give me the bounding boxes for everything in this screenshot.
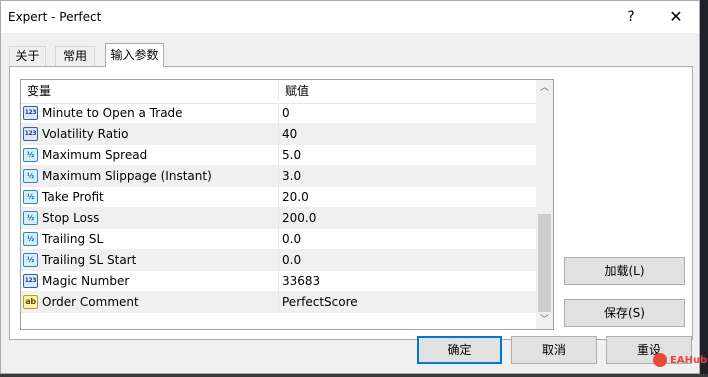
parameter-name: Order Comment — [42, 295, 139, 309]
scroll-up-arrow-icon[interactable]: ︿ — [536, 80, 553, 97]
help-button[interactable]: ? — [621, 7, 641, 27]
cell-divider — [278, 166, 279, 187]
parameters-grid: 变量 赋值 123 Minute to Open a Trade 0 123 V… — [20, 79, 554, 330]
grid-header: 变量 赋值 — [21, 80, 536, 104]
string-type-icon: ab — [23, 295, 38, 309]
tab-common[interactable]: 常用 — [55, 46, 95, 66]
cell-divider — [278, 124, 279, 145]
parameter-name: Take Profit — [42, 190, 104, 204]
parameter-value[interactable]: 20.0 — [282, 187, 309, 208]
tab-about[interactable]: 关于 — [9, 46, 46, 66]
cell-divider — [278, 292, 279, 313]
cell-divider — [278, 250, 279, 271]
title-bar[interactable]: Expert - Perfect ? ✕ — [1, 1, 699, 33]
parameter-name: Trailing SL Start — [42, 253, 137, 267]
table-row[interactable]: ½ Trailing SL 0.0 — [21, 229, 536, 250]
column-header-value[interactable]: 赋值 — [279, 80, 536, 103]
parameter-name: Minute to Open a Trade — [42, 106, 183, 120]
parameter-value[interactable]: 5.0 — [282, 145, 301, 166]
parameter-value[interactable]: 0.0 — [282, 250, 301, 271]
ok-button[interactable]: 确定 — [417, 336, 502, 364]
parameter-value[interactable]: 0 — [282, 103, 290, 124]
parameter-name: Magic Number — [42, 274, 130, 288]
table-row[interactable]: ½ Stop Loss 200.0 — [21, 208, 536, 229]
vertical-scrollbar[interactable]: ︿ ﹀ — [536, 80, 553, 329]
cancel-button[interactable]: 取消 — [511, 336, 597, 364]
save-button[interactable]: 保存(S) — [564, 299, 685, 327]
parameter-value[interactable]: 200.0 — [282, 208, 316, 229]
load-button[interactable]: 加载(L) — [564, 257, 685, 285]
parameter-name: Volatility Ratio — [42, 127, 129, 141]
parameter-name: Maximum Spread — [42, 148, 148, 162]
integer-type-icon: 123 — [23, 274, 38, 288]
table-row[interactable]: ½ Maximum Slippage (Instant) 3.0 — [21, 166, 536, 187]
expert-dialog: Expert - Perfect ? ✕ 关于 常用 输入参数 变量 赋值 12… — [0, 0, 700, 374]
tab-inputs[interactable]: 输入参数 — [105, 43, 164, 67]
cell-divider — [278, 271, 279, 292]
scroll-down-arrow-icon[interactable]: ﹀ — [536, 312, 553, 329]
double-type-icon: ½ — [23, 211, 38, 225]
window-title: Expert - Perfect — [8, 10, 102, 24]
table-row[interactable]: ½ Trailing SL Start 0.0 — [21, 250, 536, 271]
double-type-icon: ½ — [23, 232, 38, 246]
watermark-text: EAHub — [670, 355, 708, 366]
table-row[interactable]: 123 Magic Number 33683 — [21, 271, 536, 292]
watermark-logo-icon — [653, 353, 667, 367]
table-row[interactable]: 123 Minute to Open a Trade 0 — [21, 103, 536, 124]
parameter-value[interactable]: 0.0 — [282, 229, 301, 250]
parameter-name: Trailing SL — [42, 232, 104, 246]
double-type-icon: ½ — [23, 148, 38, 162]
background-chart-edge — [700, 0, 708, 377]
table-row[interactable]: ½ Take Profit 20.0 — [21, 187, 536, 208]
close-button[interactable]: ✕ — [663, 6, 689, 28]
column-header-variable[interactable]: 变量 — [21, 80, 278, 103]
table-row[interactable]: ½ Maximum Spread 5.0 — [21, 145, 536, 166]
table-row[interactable]: ab Order Comment PerfectScore — [21, 292, 536, 313]
cell-divider — [278, 103, 279, 124]
parameter-value[interactable]: 40 — [282, 124, 297, 145]
double-type-icon: ½ — [23, 190, 38, 204]
parameter-value[interactable]: 3.0 — [282, 166, 301, 187]
scrollbar-thumb[interactable] — [538, 214, 551, 312]
parameter-name: Maximum Slippage (Instant) — [42, 169, 212, 183]
parameter-name: Stop Loss — [42, 211, 100, 225]
integer-type-icon: 123 — [23, 106, 38, 120]
cell-divider — [278, 208, 279, 229]
parameter-value[interactable]: 33683 — [282, 271, 320, 292]
double-type-icon: ½ — [23, 169, 38, 183]
cell-divider — [278, 187, 279, 208]
cell-divider — [278, 229, 279, 250]
table-row[interactable]: 123 Volatility Ratio 40 — [21, 124, 536, 145]
double-type-icon: ½ — [23, 253, 38, 267]
integer-type-icon: 123 — [23, 127, 38, 141]
cell-divider — [278, 145, 279, 166]
parameter-value[interactable]: PerfectScore — [282, 292, 358, 313]
